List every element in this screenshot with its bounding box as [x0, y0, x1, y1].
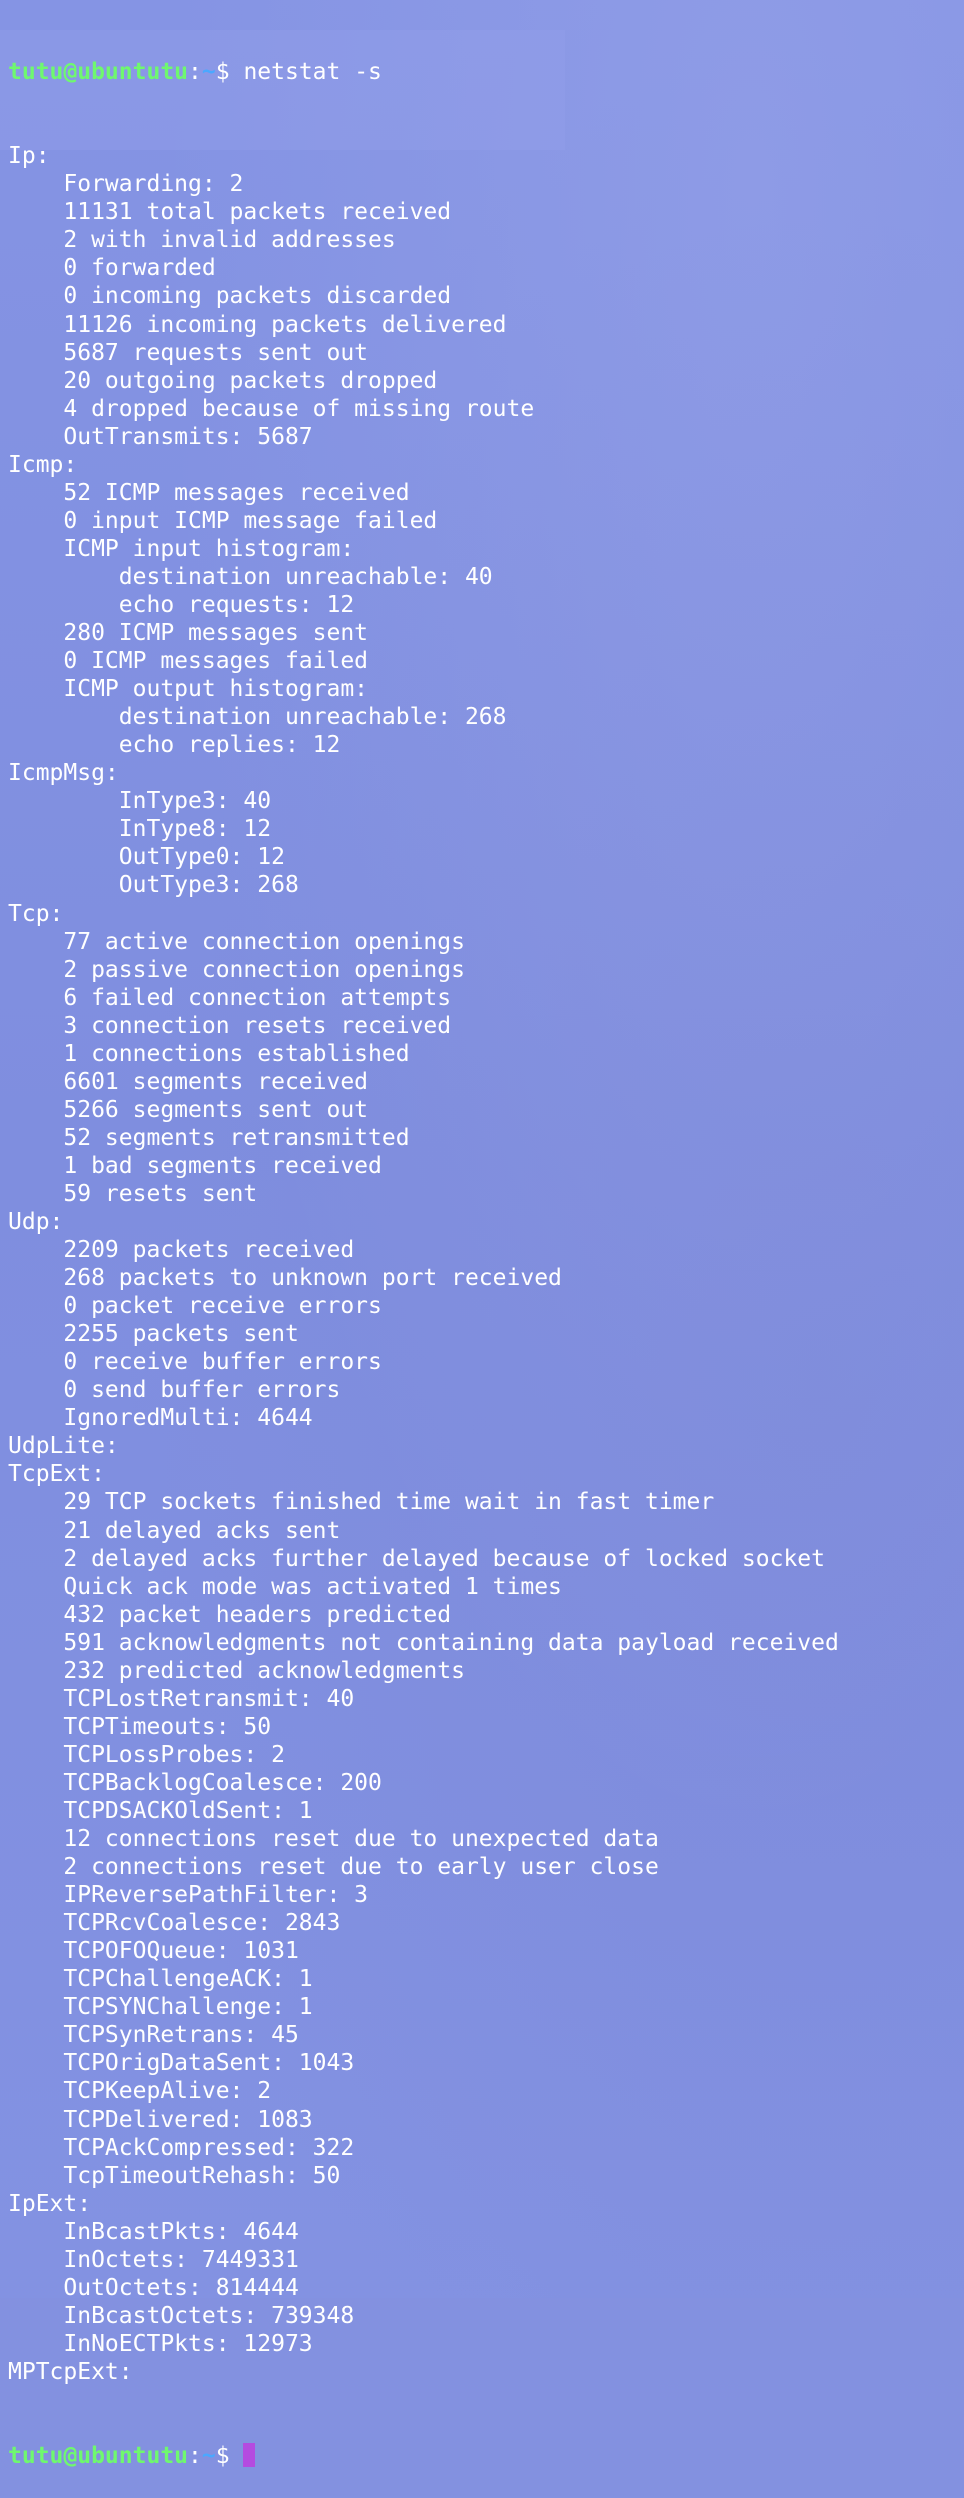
output-line: TCPSYNChallenge: 1	[8, 1994, 313, 2021]
terminal-window[interactable]: tutu@ubuntutu:~$ netstat -s Ip: Forwardi…	[0, 0, 964, 2469]
output-line: 2209 packets received	[8, 1237, 355, 1264]
prompt-user: tutu@ubuntutu	[8, 2443, 189, 2470]
output-line: 0 ICMP messages failed	[8, 648, 369, 675]
prompt-symbol: $	[215, 2443, 244, 2470]
output-line: 11131 total packets received	[8, 199, 452, 226]
output-line: 29 TCP sockets finished time wait in fas…	[8, 1489, 715, 1516]
output-line: InBcastOctets: 739348	[8, 2302, 355, 2329]
command-output: Ip: Forwarding: 2 11131 total packets re…	[8, 142, 964, 2386]
output-line: Udp:	[8, 1209, 64, 1236]
output-line: OutTransmits: 5687	[8, 423, 313, 450]
output-line: 3 connection resets received	[8, 1012, 452, 1039]
output-line: Ip:	[8, 143, 50, 170]
output-line: destination unreachable: 40	[8, 563, 493, 590]
output-line: 6 failed connection attempts	[8, 984, 452, 1011]
output-line: ICMP output histogram:	[8, 676, 369, 703]
output-line: 2 delayed acks further delayed because o…	[8, 1545, 825, 1572]
output-line: 4 dropped because of missing route	[8, 395, 535, 422]
output-line: 2 passive connection openings	[8, 956, 465, 983]
prompt-separator: :	[188, 59, 202, 86]
output-line: 5266 segments sent out	[8, 1096, 369, 1123]
output-line: echo requests: 12	[8, 591, 355, 618]
output-line: InNoECTPkts: 12973	[8, 2330, 313, 2357]
output-line: 432 packet headers predicted	[8, 1601, 452, 1628]
output-line: 21 delayed acks sent	[8, 1517, 341, 1544]
output-line: TCPChallengeACK: 1	[8, 1966, 313, 1993]
output-line: TCPDSACKOldSent: 1	[8, 1798, 313, 1824]
active-prompt-line[interactable]: tutu@ubuntutu:~$	[8, 2442, 964, 2470]
output-line: InType8: 12	[8, 816, 272, 843]
text-cursor	[243, 2443, 256, 2468]
output-line: OutType0: 12	[8, 844, 285, 871]
output-line: Forwarding: 2	[8, 171, 244, 198]
output-line: 11126 incoming packets delivered	[8, 311, 507, 338]
output-line: TCPLossProbes: 2	[8, 1741, 285, 1768]
output-line: ICMP input histogram:	[8, 535, 355, 562]
output-line: InOctets: 7449331	[8, 2246, 299, 2273]
output-line: 232 predicted acknowledgments	[8, 1657, 465, 1684]
prompt-symbol: $	[215, 59, 244, 86]
output-line: 280 ICMP messages sent	[8, 620, 369, 647]
output-line: 0 forwarded	[8, 255, 216, 282]
output-line: MPTcpExt:	[8, 2358, 133, 2385]
output-line: InType3: 40	[8, 788, 272, 815]
output-line: Quick ack mode was activated 1 times	[8, 1573, 562, 1600]
output-line: 0 send buffer errors	[8, 1377, 341, 1404]
output-line: TCPAckCompressed: 322	[8, 2134, 355, 2161]
output-line: echo replies: 12	[8, 732, 341, 759]
output-line: OutType3: 268	[8, 872, 299, 899]
output-line: 0 input ICMP message failed	[8, 507, 438, 534]
output-line: IgnoredMulti: 4644	[8, 1405, 313, 1432]
output-line: 0 packet receive errors	[8, 1293, 382, 1320]
output-line: 1 bad segments received	[8, 1152, 382, 1179]
output-line: 2 connections reset due to early user cl…	[8, 1854, 659, 1881]
output-line: 591 acknowledgments not containing data …	[8, 1629, 839, 1656]
output-line: InBcastPkts: 4644	[8, 2218, 299, 2245]
prompt-path: ~	[201, 59, 216, 86]
output-line: Icmp:	[8, 451, 78, 478]
output-line: 2255 packets sent	[8, 1321, 299, 1348]
output-line: TCPRcvCoalesce: 2843	[8, 1910, 341, 1937]
output-line: TcpTimeoutRehash: 50	[8, 2162, 341, 2189]
output-line: 5687 requests sent out	[8, 339, 369, 366]
output-line: 52 ICMP messages received	[8, 479, 410, 506]
output-line: 52 segments retransmitted	[8, 1124, 410, 1151]
output-line: 2 with invalid addresses	[8, 227, 396, 254]
command-line: tutu@ubuntutu:~$ netstat -s	[8, 58, 964, 86]
output-line: TCPDelivered: 1083	[8, 2106, 313, 2133]
output-line: TCPSynRetrans: 45	[8, 2022, 299, 2049]
output-line: 59 resets sent	[8, 1180, 258, 1207]
output-line: UdpLite:	[8, 1433, 119, 1460]
output-line: 0 incoming packets discarded	[8, 283, 452, 310]
prompt-separator: :	[188, 2443, 202, 2470]
output-line: TCPTimeouts: 50	[8, 1713, 272, 1740]
output-line: Tcp:	[8, 900, 64, 927]
command-text: netstat -s	[243, 59, 382, 86]
output-line: destination unreachable: 268	[8, 704, 507, 731]
output-line: 268 packets to unknown port received	[8, 1265, 562, 1292]
output-line: 20 outgoing packets dropped	[8, 367, 438, 394]
output-line: TCPBacklogCoalesce: 200	[8, 1769, 382, 1796]
output-line: 77 active connection openings	[8, 928, 465, 955]
prompt-path: ~	[201, 2443, 216, 2470]
output-line: 6601 segments received	[8, 1068, 369, 1095]
output-line: TCPKeepAlive: 2	[8, 2078, 272, 2105]
output-line: TCPLostRetransmit: 40	[8, 1685, 355, 1712]
prompt-user: tutu@ubuntutu	[8, 59, 189, 86]
output-line: TcpExt:	[8, 1461, 105, 1488]
output-line: 0 receive buffer errors	[8, 1349, 382, 1376]
output-line: IcmpMsg:	[8, 760, 119, 787]
output-line: TCPOFOQueue: 1031	[8, 1938, 299, 1965]
output-line: IPReversePathFilter: 3	[8, 1882, 369, 1909]
output-line: 12 connections reset due to unexpected d…	[8, 1826, 659, 1853]
output-line: 1 connections established	[8, 1040, 410, 1067]
output-line: TCPOrigDataSent: 1043	[8, 2050, 355, 2077]
output-line: IpExt:	[8, 2190, 92, 2217]
